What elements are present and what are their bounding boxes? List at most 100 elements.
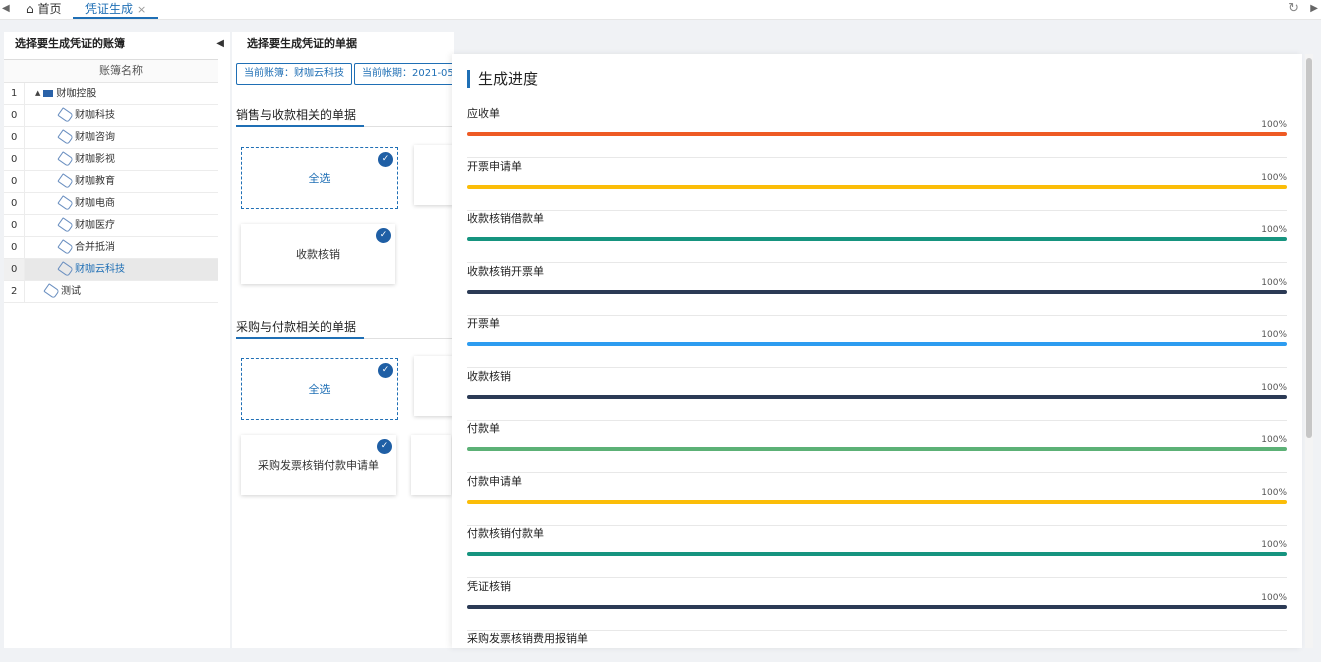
progress-item-percent: 100%	[1261, 487, 1287, 498]
ledger-row-count: 0	[11, 110, 18, 121]
progress-bar	[467, 604, 1287, 609]
sales-section-title: 销售与收款相关的单据	[236, 108, 357, 122]
progress-item: 付款核销付款单 100%	[467, 525, 1287, 578]
tag-icon	[57, 107, 74, 123]
check-icon: ✓	[378, 363, 393, 378]
ledger-row-count: 0	[11, 132, 18, 143]
ledger-row-count: 0	[11, 220, 18, 231]
purchase-card-partial-2[interactable]	[411, 435, 451, 495]
expand-icon[interactable]: ▲	[35, 83, 40, 104]
progress-bar	[467, 184, 1287, 189]
tag-icon	[57, 261, 74, 277]
ledger-row-count: 1	[11, 88, 18, 99]
ledger-row[interactable]: 0 财咖科技	[4, 105, 218, 127]
progress-item: 收款核销借款单 100%	[467, 210, 1287, 263]
ledger-row-name: 财咖医疗	[24, 215, 218, 236]
progress-item: 应收单 100%	[467, 105, 1287, 158]
ledger-row-name: 财咖教育	[24, 171, 218, 192]
progress-item-label: 凭证核销	[467, 579, 511, 593]
sales-select-all-label: 全选	[308, 172, 331, 185]
tab-voucher-generate[interactable]: 凭证生成 ×	[73, 0, 159, 19]
check-icon: ✓	[378, 152, 393, 167]
progress-bar	[467, 132, 1287, 136]
progress-item-label: 应收单	[467, 107, 500, 120]
progress-item-percent: 100%	[1261, 120, 1287, 130]
progress-item-label: 收款核销借款单	[467, 212, 544, 225]
sales-select-all-card[interactable]: 全选 ✓	[241, 147, 398, 209]
purchase-card-partial[interactable]	[414, 356, 454, 416]
ledger-row[interactable]: 0 财咖教育	[4, 171, 218, 193]
ledger-panel-title-text: 选择要生成凭证的账簿	[15, 37, 125, 50]
ledger-row[interactable]: 0 财咖电商	[4, 193, 218, 215]
progress-bar	[467, 552, 1287, 556]
scrollbar-thumb[interactable]	[1306, 58, 1312, 438]
tab-bar: ◀ ⌂ 首页 凭证生成 × ↻ ▶	[0, 0, 1321, 20]
tab-voucher-label: 凭证生成	[85, 2, 134, 16]
tag-icon	[57, 173, 74, 189]
progress-item: 采购发票核销费用报销单	[467, 630, 1287, 648]
tab-scroll-left-icon[interactable]: ◀	[2, 3, 10, 14]
progress-scrollbar[interactable]	[1305, 54, 1313, 648]
ledger-row-label: 财咖医疗	[75, 220, 115, 231]
progress-item-label: 收款核销开票单	[467, 264, 544, 278]
current-book-chip[interactable]: 当前账簿：财咖云科技	[236, 63, 352, 85]
refresh-icon[interactable]: ↻	[1288, 1, 1299, 16]
ledger-row-name: 财咖电商	[24, 193, 218, 214]
ledger-name-column-header: 账簿名称	[99, 64, 143, 77]
ledger-tree-header: 账簿名称	[4, 60, 218, 83]
ledger-row-name: 测试	[24, 281, 218, 302]
ledger-row-name: 财咖影视	[24, 149, 218, 170]
ledger-row[interactable]: 0 财咖云科技	[4, 259, 218, 281]
ledger-row[interactable]: 1 ▲ 财咖控股	[4, 83, 218, 105]
ledger-row-name: 财咖科技	[24, 105, 218, 126]
ledger-row[interactable]: 0 财咖医疗	[4, 215, 218, 237]
ledger-row-label: 财咖控股	[56, 88, 97, 100]
progress-item: 收款核销 100%	[467, 368, 1287, 421]
sales-section-divider	[364, 126, 454, 127]
ledger-row-name: 财咖咨询	[24, 127, 218, 148]
ledger-row[interactable]: 0 财咖咨询	[4, 127, 218, 149]
document-panel-title: 选择要生成凭证的单据	[247, 37, 357, 50]
purchase-select-all-card[interactable]: 全选 ✓	[241, 358, 398, 420]
ledger-row[interactable]: 0 财咖影视	[4, 149, 218, 171]
close-icon[interactable]: ×	[137, 3, 146, 16]
current-period-chip[interactable]: 当前帐期：2021-05	[354, 63, 454, 85]
ledger-panel-title: 选择要生成凭证的账簿 ◀	[4, 32, 230, 56]
tab-home[interactable]: ⌂ 首页	[26, 0, 61, 19]
home-icon: ⌂	[26, 2, 34, 16]
check-icon: ✓	[376, 228, 391, 243]
collect-writeoff-label: 收款核销	[296, 248, 340, 261]
progress-item-label: 付款单	[467, 422, 500, 435]
tag-icon	[57, 195, 74, 211]
progress-bar	[467, 499, 1287, 504]
ledger-row-label: 财咖咨询	[75, 132, 115, 143]
ledger-row[interactable]: 2 测试	[4, 281, 218, 303]
progress-bar	[467, 289, 1287, 294]
progress-item-label: 收款核销	[467, 369, 511, 383]
ledger-row-count: 0	[4, 259, 24, 280]
ledger-row-count: 0	[11, 154, 18, 165]
ledger-row-label: 财咖电商	[75, 198, 115, 209]
progress-item: 付款单 100%	[467, 420, 1287, 473]
purchase-section-underline	[236, 337, 364, 339]
progress-item-label: 开票申请单	[467, 159, 522, 173]
sales-card-partial[interactable]	[414, 145, 454, 205]
progress-title: 生成进度	[467, 70, 538, 88]
tab-home-label: 首页	[37, 2, 62, 16]
document-panel: 选择要生成凭证的单据 当前账簿：财咖云科技 当前帐期：2021-05 销售与收款…	[232, 32, 454, 648]
folder-icon	[43, 90, 54, 97]
ledger-row-name: 合并抵消	[24, 237, 218, 258]
progress-item-percent: 100%	[1261, 330, 1287, 340]
ledger-row-label: 财咖教育	[75, 176, 115, 187]
progress-item: 收款核销开票单 100%	[467, 263, 1287, 316]
ledger-row-count: 2	[11, 286, 18, 297]
ledger-row[interactable]: 0 合并抵消	[4, 237, 218, 259]
collapse-left-icon[interactable]: ◀	[216, 32, 224, 56]
progress-item-label: 付款核销付款单	[467, 527, 544, 540]
progress-item: 开票申请单 100%	[467, 158, 1287, 211]
tab-scroll-right-icon[interactable]: ▶	[1310, 3, 1318, 14]
collect-writeoff-card[interactable]: 收款核销 ✓	[241, 224, 395, 284]
purchase-select-all-label: 全选	[308, 383, 331, 396]
purchase-invoice-writeoff-card[interactable]: 采购发票核销付款申请单 ✓	[241, 435, 396, 495]
ledger-row-count: 0	[11, 242, 18, 253]
